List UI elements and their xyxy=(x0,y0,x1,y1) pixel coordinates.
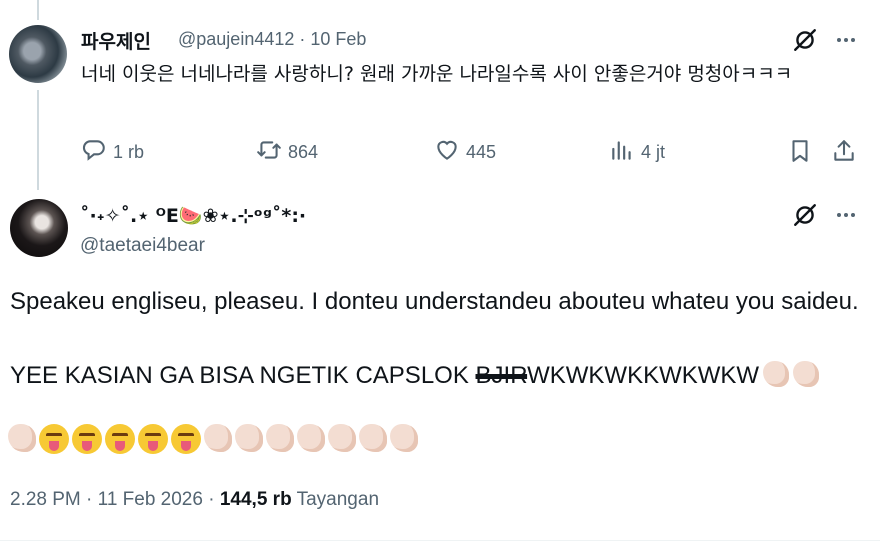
main-avatar[interactable] xyxy=(10,199,68,257)
tweet-date[interactable]: 11 Feb 2026 xyxy=(98,489,203,510)
repost-count: 864 xyxy=(288,142,319,162)
repost-icon xyxy=(256,137,282,168)
call-me-hand-emoji xyxy=(266,424,294,452)
views-count: 4 jt xyxy=(641,142,666,162)
tweet-time[interactable]: 2.28 PM xyxy=(10,489,81,510)
squinting-tongue-emoji xyxy=(138,424,168,454)
like-icon xyxy=(434,137,460,168)
reply-icon xyxy=(81,137,107,168)
call-me-hand-emoji xyxy=(204,424,232,452)
reply-author-name[interactable]: 파우제인 xyxy=(81,27,151,54)
caps-suffix: WKWKWKKWKWKW xyxy=(527,362,760,389)
divider xyxy=(0,540,880,541)
main-text-caps: YEE KASIAN GA BISA NGETIK CAPSLOK BJIRWK… xyxy=(10,357,870,394)
reply-date[interactable]: 10 Feb xyxy=(310,29,366,49)
call-me-hand-emoji xyxy=(359,424,387,452)
call-me-hand-emoji xyxy=(328,424,356,452)
squinting-tongue-emoji xyxy=(105,424,135,454)
meta-separator: · xyxy=(299,29,306,49)
thread-line-top xyxy=(37,0,39,20)
main-handle[interactable]: @taetaei4bear xyxy=(80,235,205,257)
pointing-hand-emoji xyxy=(8,424,36,452)
pointing-hand-emoji xyxy=(763,361,790,387)
like-action[interactable]: 445 xyxy=(434,137,496,168)
pointing-hand-emoji xyxy=(793,361,820,387)
squinting-tongue-emoji xyxy=(171,424,201,454)
bookmark-icon[interactable] xyxy=(786,137,814,165)
reply-text: 너네 이웃은 너네나라를 사랑하니? 원래 가까운 나라일수록 사이 안좋은거야… xyxy=(81,63,793,85)
caps-struck: BJIR xyxy=(475,362,528,389)
reply-count: 1 rb xyxy=(113,142,145,162)
main-author-name[interactable]: ˚·˖✧˚.⋆ ᴼE🍉❀⋆.⊹ᵒᵍ˚*:· xyxy=(80,204,306,227)
call-me-hand-emoji xyxy=(390,424,418,452)
emoji-row xyxy=(8,424,418,454)
reply-handle[interactable]: @paujein4412 xyxy=(178,29,294,49)
main-tweet-text: Speakeu engliseu, pleaseu. I donteu unde… xyxy=(10,283,870,394)
caps-prefix: YEE KASIAN GA BISA NGETIK CAPSLOK xyxy=(10,362,476,389)
reply-avatar[interactable] xyxy=(9,25,67,83)
call-me-hand-emoji xyxy=(297,424,325,452)
main-text-line1: Speakeu engliseu, pleaseu. I donteu unde… xyxy=(10,288,859,315)
views-label: Tayangan xyxy=(296,489,380,510)
reply-action[interactable]: 1 rb xyxy=(81,137,144,168)
views-action[interactable]: 4 jt xyxy=(609,137,665,168)
repost-action[interactable]: 864 xyxy=(256,137,318,168)
grok-icon[interactable] xyxy=(791,26,819,54)
thread-line-bottom xyxy=(37,90,39,190)
grok-icon[interactable] xyxy=(791,201,819,229)
meta-separator: · xyxy=(208,489,215,510)
squinting-tongue-emoji xyxy=(39,424,69,454)
more-icon[interactable] xyxy=(832,201,860,229)
meta-separator: · xyxy=(86,489,93,510)
squinting-tongue-emoji xyxy=(72,424,102,454)
call-me-hand-emoji xyxy=(235,424,263,452)
share-icon[interactable] xyxy=(830,137,858,165)
like-count: 445 xyxy=(466,142,497,162)
views-total[interactable]: 144,5 rb xyxy=(220,489,292,510)
more-icon[interactable] xyxy=(832,26,860,54)
tweet-timestamp: 2.28 PM · 11 Feb 2026 · 144,5 rb Tayanga… xyxy=(10,489,379,511)
views-icon xyxy=(609,137,635,168)
reply-meta: @paujein4412 · 10 Feb xyxy=(178,29,366,50)
